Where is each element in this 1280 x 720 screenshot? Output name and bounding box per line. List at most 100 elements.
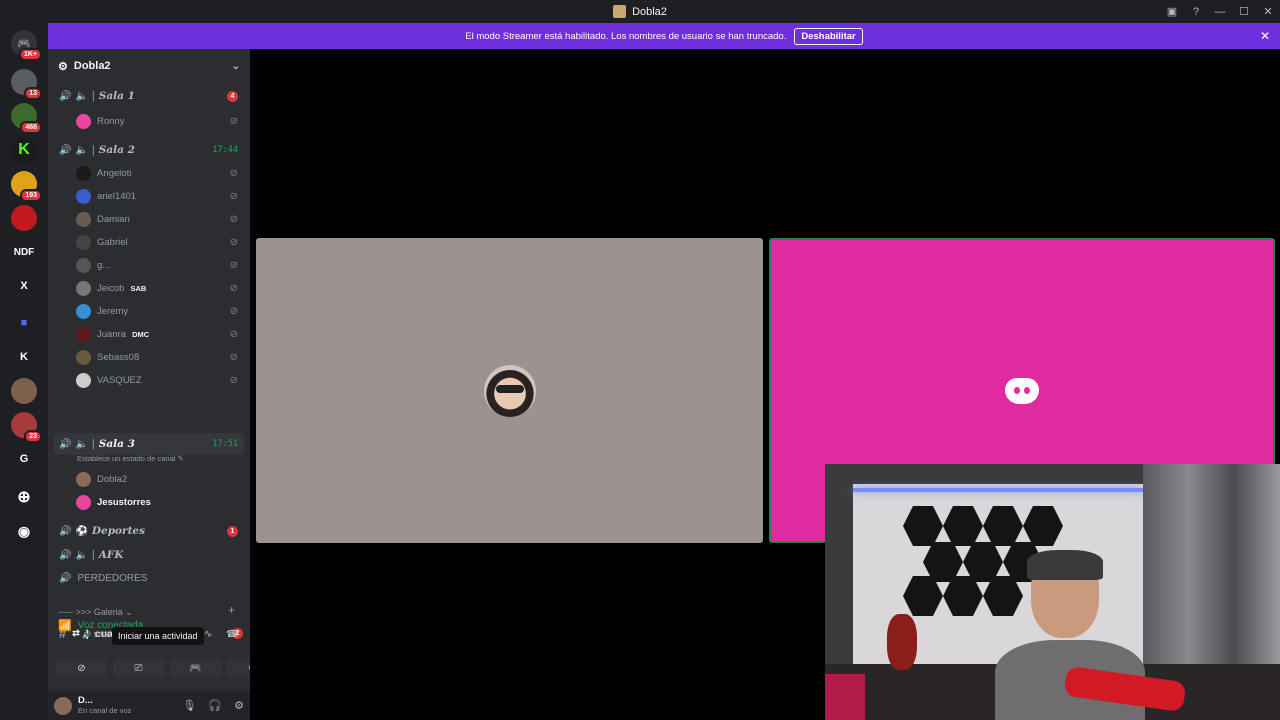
noise-suppression-icon[interactable]: ∿ — [204, 629, 212, 640]
soccer-icon: ⚽ — [75, 525, 88, 537]
banner-text: El modo Streamer está habilitado. Los no… — [465, 30, 787, 42]
volume-icon: 🔈 — [75, 144, 88, 156]
channel-status[interactable]: Establece un estado de canal ✎ — [77, 454, 184, 463]
deafened-icon: ⊘ — [229, 374, 238, 386]
participant-tile[interactable] — [256, 238, 763, 543]
guild-ndf[interactable]: NDF — [11, 239, 37, 265]
avatar — [76, 234, 91, 250]
user-status: En canal de voz — [78, 705, 132, 715]
channel-name: Sala 1 — [98, 90, 135, 102]
deafened-icon: ⊘ — [229, 328, 238, 340]
voice-member[interactable]: ariel1401 ⊘ — [76, 186, 244, 206]
voice-member[interactable]: Angeloti ⊘ — [76, 163, 244, 183]
server-name: Dobla2 — [73, 60, 111, 72]
voice-channel-afk[interactable]: 🔊 🔈 | AFK — [54, 544, 244, 566]
speaker-icon: 🔊 — [59, 549, 72, 561]
microphone-icon[interactable]: 🎙 — [182, 699, 196, 712]
member-name: Dobla2 — [97, 473, 128, 485]
signal-icon: 📶 — [58, 620, 72, 632]
help-icon[interactable]: ? — [1184, 0, 1208, 23]
avatar — [76, 211, 91, 227]
tooltip: Iniciar una actividad — [112, 627, 204, 645]
spiderman-guild-icon[interactable] — [11, 205, 37, 231]
disconnect-icon[interactable]: ☎ — [226, 629, 238, 640]
add-server-icon[interactable]: ⊕ — [11, 484, 37, 510]
member-name: Jesustorres — [97, 496, 151, 508]
folder-icon[interactable]: ■ — [11, 310, 37, 336]
member-name: Juanra — [97, 328, 127, 340]
close-icon[interactable]: ✕ — [1260, 29, 1270, 43]
voice-member[interactable]: Sebass08 ⊘ — [76, 347, 244, 367]
share-screen-button[interactable]: ⎚ — [113, 658, 164, 678]
guild-icon[interactable]: 13 — [11, 69, 42, 100]
add-channel-icon[interactable]: + — [228, 603, 235, 617]
volume-icon: 🔈 — [75, 90, 88, 102]
avatar[interactable] — [54, 696, 72, 715]
channel-name: Sala 2 — [98, 144, 135, 156]
voice-member[interactable]: Ronny ⊘ — [76, 111, 244, 131]
voice-member[interactable]: Jeremy ⊘ — [76, 301, 244, 321]
avatar — [76, 188, 91, 204]
member-tag: SAB — [130, 283, 147, 293]
voice-member[interactable]: Gabriel ⊘ — [76, 232, 244, 252]
window-title-text: Dobla2 — [632, 5, 667, 18]
member-name: Jeicob — [97, 282, 125, 294]
category-galeria[interactable]: ----- >>> Galeria ⌄ — [58, 607, 133, 618]
guild-x[interactable]: X — [11, 273, 37, 299]
deafened-icon: ⊘ — [229, 167, 238, 179]
guild-icon[interactable]: 193 — [11, 171, 42, 202]
voice-member[interactable]: g... ⊘ — [76, 255, 244, 275]
voice-channel-deportes[interactable]: 🔊 ⚽ Deportes 1 — [54, 520, 244, 542]
disable-streamer-button[interactable]: Deshabilitar — [794, 27, 863, 45]
headphones-icon[interactable]: 🎧 — [208, 699, 222, 712]
avatar — [76, 494, 91, 510]
guild-badge: 1K+ — [18, 48, 42, 61]
channel-name: PERDEDORES — [77, 573, 148, 584]
maximize-button[interactable]: ☐ — [1232, 0, 1256, 23]
guild-g[interactable]: G — [11, 446, 37, 472]
voice-member[interactable]: Damian ⊘ — [76, 209, 244, 229]
server-list: 🎮 1K+ 13 466 K 193 NDF X ■ K 23 G ⊕ ◉ — [0, 23, 48, 720]
speaker-icon: 🔊 — [59, 90, 72, 102]
camera-off-button[interactable]: ⊘ — [56, 658, 107, 678]
avatar — [76, 349, 91, 365]
inbox-icon[interactable]: ▣ — [1160, 0, 1184, 23]
channel-name: AFK — [98, 549, 124, 561]
speaker-icon: 🔊 — [59, 573, 72, 584]
kick-guild-icon[interactable]: K — [11, 137, 37, 163]
avatar — [76, 303, 91, 319]
mention-badge: 4 — [227, 90, 238, 102]
voice-member[interactable]: VASQUEZ ⊘ — [76, 370, 244, 390]
voice-channel-sala-3[interactable]: 🔊 🔈 | Sala 3 17:51 — [54, 433, 244, 455]
deafened-icon: ⊘ — [229, 190, 238, 202]
member-name: Jeremy — [97, 305, 129, 317]
voice-channel-perdedores[interactable]: 🔊 PERDEDORES — [59, 573, 147, 584]
activity-button[interactable]: 🎮 — [170, 658, 221, 678]
avatar — [76, 165, 91, 181]
deafened-icon: ⊘ — [229, 259, 238, 271]
voice-member[interactable]: Dobla2 — [76, 469, 244, 489]
voice-channel-sala-2[interactable]: 🔊 🔈 | Sala 2 17:44 — [54, 139, 244, 161]
speaker-icon: 🔊 — [59, 525, 72, 537]
minimize-button[interactable]: — — [1208, 0, 1232, 23]
voice-member[interactable]: Juanra DMC ⊘ — [76, 324, 244, 344]
voice-member[interactable]: Jeicob SAB ⊘ — [76, 278, 244, 298]
voice-member[interactable]: Jesustorres — [76, 492, 244, 512]
avatar — [76, 326, 91, 342]
guild-icon[interactable]: 466 — [11, 103, 42, 134]
server-header[interactable]: ⚙ Dobla2 ⌄ — [48, 49, 250, 83]
gear-icon[interactable]: ⚙ — [234, 699, 244, 712]
voice-channel-sala-1[interactable]: 🔊 🔈 | Sala 1 4 — [54, 85, 244, 107]
member-name: Angeloti — [97, 167, 132, 179]
discord-logo-icon — [1005, 378, 1039, 404]
close-window-button[interactable]: ✕ — [1256, 0, 1280, 23]
guild-icon[interactable] — [11, 378, 37, 404]
guild-k[interactable]: K — [11, 344, 37, 370]
channel-name: Deportes — [91, 525, 146, 537]
webcam-overlay — [825, 464, 1280, 720]
guild-icon[interactable]: 23 — [11, 412, 42, 443]
member-tag: DMC — [132, 329, 150, 339]
discover-icon[interactable]: ◉ — [11, 518, 37, 544]
muted-speaker-icon: 🔈 — [75, 549, 88, 561]
direct-messages-icon[interactable]: 🎮 1K+ — [11, 30, 42, 61]
